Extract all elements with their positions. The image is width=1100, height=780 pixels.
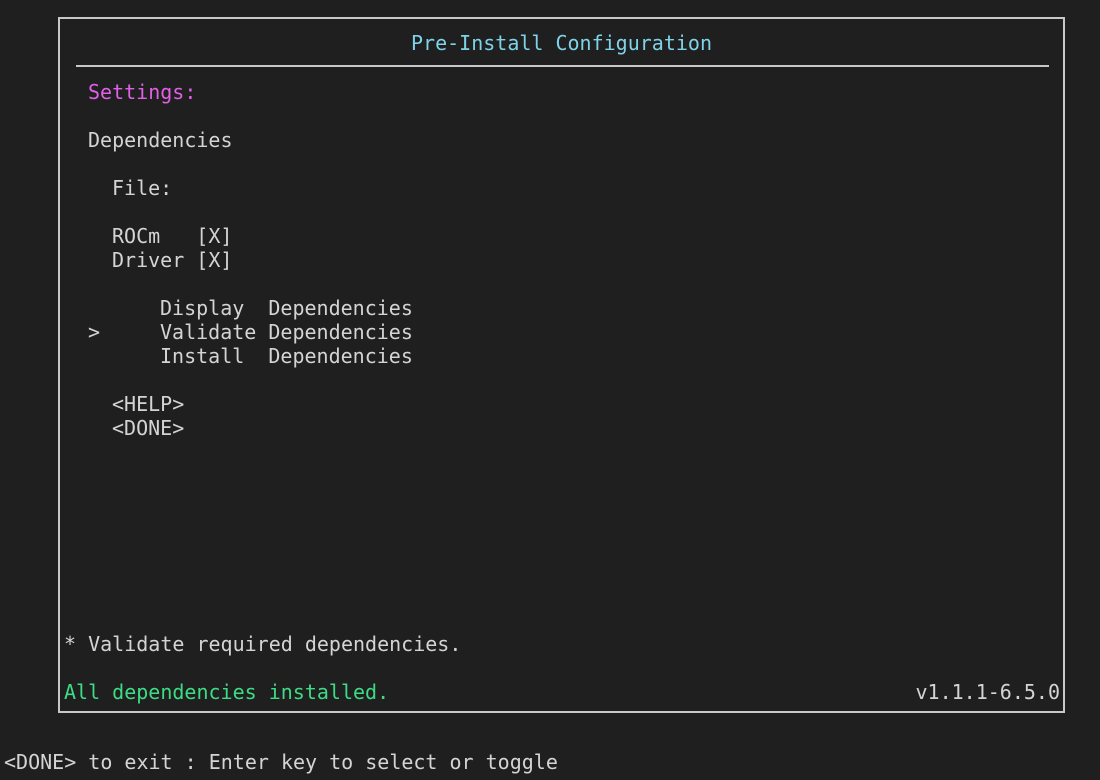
file-label: File: (112, 176, 173, 200)
item-description: * Validate required dependencies. (64, 632, 462, 656)
help-button[interactable]: <HELP> (112, 392, 184, 416)
rocm-checkbox[interactable]: ROCm [X] (112, 224, 232, 248)
key-hint: <DONE> to exit : Enter key to select or … (4, 750, 558, 774)
driver-checkbox[interactable]: Driver [X] (112, 248, 232, 272)
validate-dependencies-item[interactable]: Validate Dependencies (160, 320, 413, 344)
done-button[interactable]: <DONE> (112, 416, 184, 440)
title-divider (76, 65, 1049, 67)
version-label: v1.1.1-6.5.0 (915, 680, 1061, 704)
settings-heading: Settings: (88, 80, 197, 104)
status-message: All dependencies installed. (64, 680, 390, 704)
selection-cursor: > (88, 320, 101, 344)
display-dependencies-item[interactable]: Display Dependencies (160, 296, 413, 320)
install-dependencies-item[interactable]: Install Dependencies (160, 344, 413, 368)
config-window: Pre-Install Configuration Settings: Depe… (58, 17, 1065, 713)
dependencies-section-label: Dependencies (88, 128, 233, 152)
window-title: Pre-Install Configuration (410, 31, 713, 55)
